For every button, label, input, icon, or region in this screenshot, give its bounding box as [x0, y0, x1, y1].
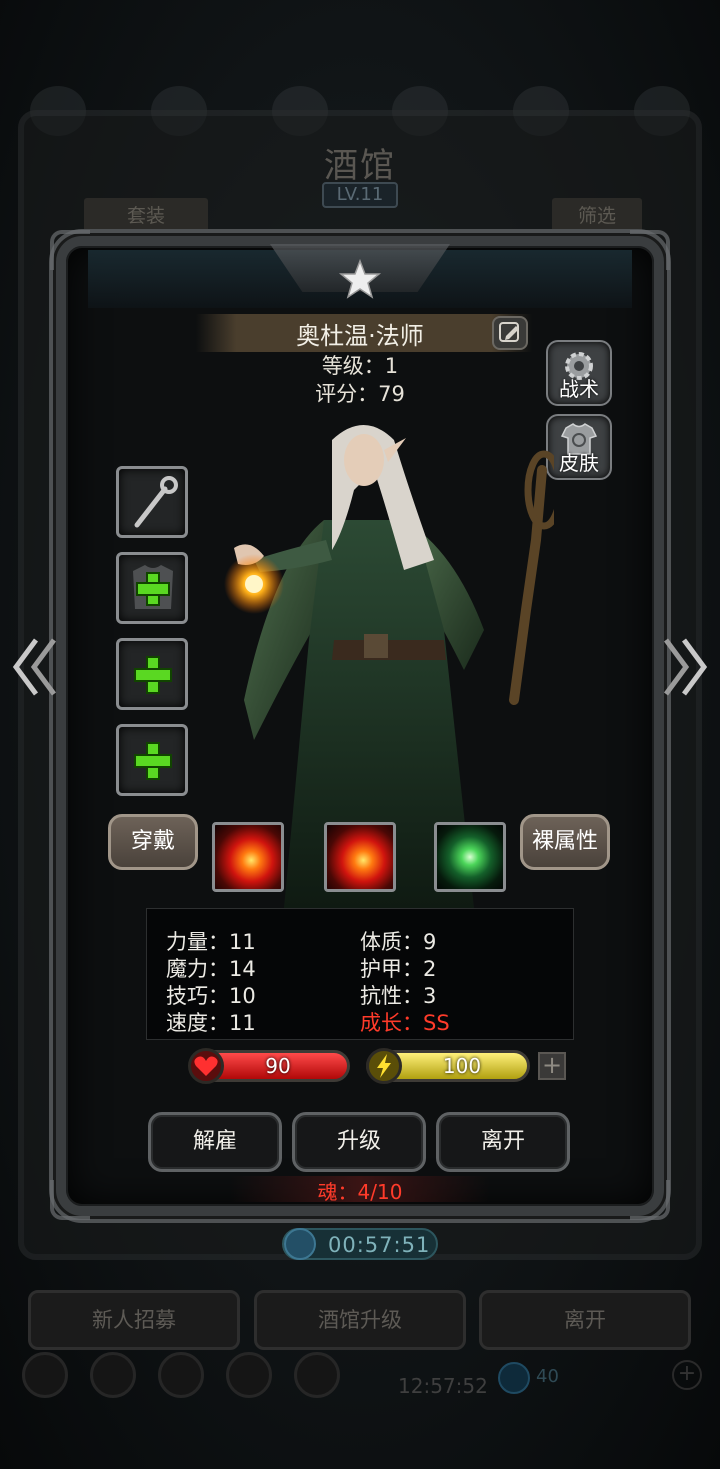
fire-skill-icon: [327, 825, 393, 889]
tavern-level-badge: LV.11: [322, 182, 398, 208]
set-tab: 套装: [84, 198, 208, 234]
accessory-slot[interactable]: [116, 638, 188, 710]
rename-button[interactable]: [492, 316, 528, 350]
soul-count: 魂：4/10: [317, 1180, 403, 1204]
hp-value: 90: [265, 1054, 291, 1078]
plus-icon: [134, 656, 172, 694]
tavern-title: 酒馆: [324, 146, 396, 186]
armor-plus-icon: [133, 565, 173, 609]
stat-magic: 魔力：14: [166, 957, 256, 981]
timer-text: 00:57:51: [328, 1233, 431, 1257]
stat-growth: 成长：SS: [360, 1011, 450, 1035]
coin-count: 40: [536, 1366, 559, 1387]
crystal-skill-icon: [437, 825, 503, 889]
tavern-upgrade-button: 酒馆升级: [254, 1290, 466, 1350]
skill-slot[interactable]: [212, 822, 284, 892]
star-icon: [338, 258, 382, 299]
clock: 12:57:52: [398, 1374, 488, 1398]
hero-level: 等级：1: [321, 354, 399, 378]
nav-icon: [226, 1352, 272, 1398]
prev-hero-arrow[interactable]: [10, 634, 60, 700]
filter-tab: 筛选: [552, 198, 642, 234]
coin-icon: [498, 1362, 530, 1394]
plus-icon: [134, 742, 172, 780]
panel-corner: [50, 230, 90, 270]
fire-skill-icon: [215, 825, 281, 889]
nav-icon: [158, 1352, 204, 1398]
nav-icon: [294, 1352, 340, 1398]
stat-resistance: 抗性：3: [360, 984, 437, 1008]
leave-button[interactable]: 离开: [436, 1112, 570, 1172]
recruit-button: 新人招募: [28, 1290, 240, 1350]
stat-skill: 技巧：10: [166, 984, 256, 1008]
tactics-label: 战术: [559, 377, 599, 401]
nav-icon: [22, 1352, 68, 1398]
tactics-button[interactable]: 战术: [546, 340, 612, 406]
bottom-nav: [0, 1348, 720, 1408]
skin-button[interactable]: 皮肤: [546, 414, 612, 480]
hero-name: 奥杜温·法师: [296, 322, 424, 350]
add-coin-icon: +: [672, 1360, 702, 1390]
stat-strength: 力量：11: [166, 930, 256, 954]
hero-score: 评分：79: [315, 382, 405, 406]
mp-value: 100: [442, 1054, 482, 1078]
staff-icon: [134, 476, 178, 528]
tavern-leave-button: 离开: [479, 1290, 691, 1350]
edit-icon: [499, 322, 519, 342]
accessory-slot[interactable]: [116, 724, 188, 796]
armor-slot[interactable]: [116, 552, 188, 624]
upgrade-button[interactable]: 升级: [292, 1112, 426, 1172]
panel-corner: [630, 230, 670, 270]
stat-armor: 护甲：2: [360, 957, 437, 981]
refresh-timer: 00:57:51: [282, 1228, 438, 1260]
add-energy-button[interactable]: +: [538, 1052, 566, 1080]
nav-icon: [90, 1352, 136, 1398]
wear-button[interactable]: 穿戴: [108, 814, 198, 870]
stat-speed: 速度：11: [166, 1011, 256, 1035]
skin-label: 皮肤: [559, 451, 599, 475]
timer-icon: [284, 1228, 316, 1260]
next-hero-arrow[interactable]: [660, 634, 710, 700]
weapon-slot[interactable]: [116, 466, 188, 538]
skill-slot[interactable]: [434, 822, 506, 892]
stat-constitution: 体质：9: [360, 930, 437, 954]
dismiss-button[interactable]: 解雇: [148, 1112, 282, 1172]
skill-slot[interactable]: [324, 822, 396, 892]
bare-attributes-button[interactable]: 裸属性: [520, 814, 610, 870]
